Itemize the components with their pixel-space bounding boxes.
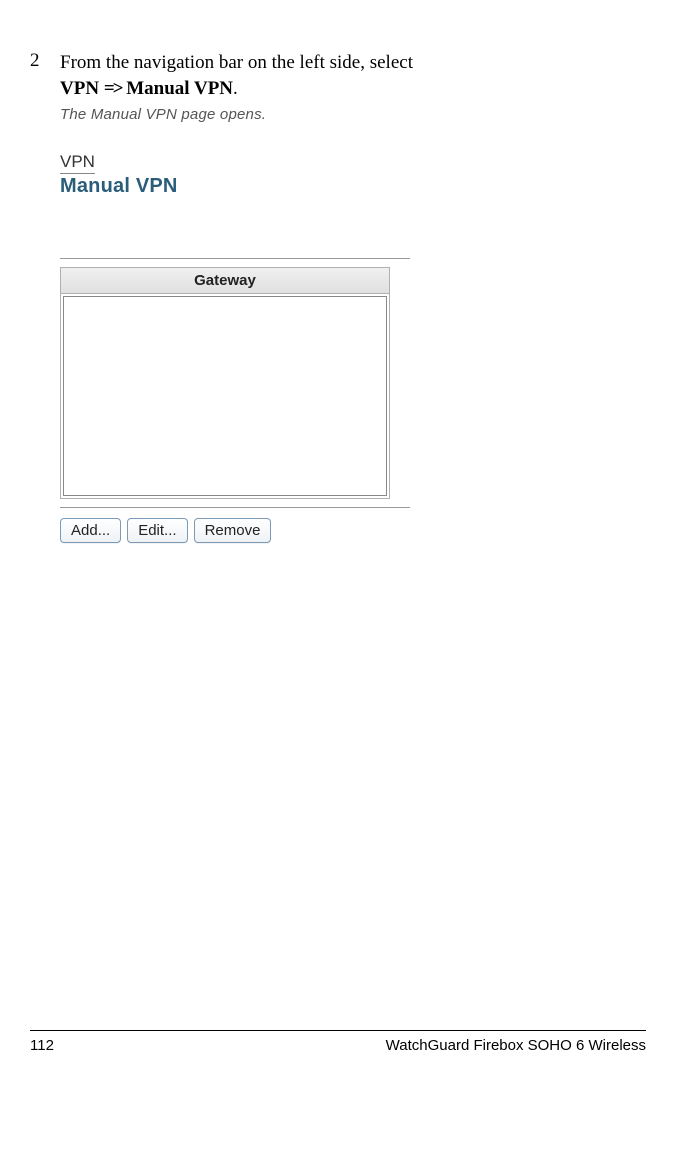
- nav-path-manual-vpn: Manual VPN: [126, 78, 233, 99]
- divider-top: [60, 258, 410, 259]
- footer-row: 112 WatchGuard Firebox SOHO 6 Wireless: [30, 1037, 646, 1054]
- breadcrumb: VPN Manual VPN: [60, 152, 410, 198]
- remove-button[interactable]: Remove: [194, 518, 272, 543]
- breadcrumb-parent: VPN: [60, 152, 95, 174]
- breadcrumb-current: Manual VPN: [60, 175, 410, 198]
- footer-title: WatchGuard Firebox SOHO 6 Wireless: [386, 1037, 646, 1054]
- manual-vpn-screenshot: VPN Manual VPN Gateway Add... Edit... Re…: [60, 152, 410, 543]
- divider-bottom: [60, 507, 410, 508]
- page-footer: 112 WatchGuard Firebox SOHO 6 Wireless: [0, 1030, 676, 1054]
- period: .: [233, 78, 238, 99]
- step-result-note: The Manual VPN page opens.: [60, 105, 646, 125]
- edit-button[interactable]: Edit...: [127, 518, 187, 543]
- gateway-table: Gateway: [60, 267, 390, 499]
- footer-rule: [30, 1030, 646, 1031]
- step-text-prefix: From the navigation bar on the left side…: [60, 52, 413, 73]
- gateway-column-header: Gateway: [61, 268, 389, 294]
- page-content: 2 From the navigation bar on the left si…: [0, 0, 676, 543]
- step-body: From the navigation bar on the left side…: [60, 50, 646, 150]
- arrow-icon: =>: [104, 78, 122, 99]
- instruction-step: 2 From the navigation bar on the left si…: [30, 50, 646, 150]
- nav-path-vpn: VPN: [60, 78, 99, 99]
- step-number: 2: [30, 50, 60, 72]
- gateway-body-wrap: [61, 294, 389, 498]
- page-number: 112: [30, 1037, 54, 1054]
- add-button[interactable]: Add...: [60, 518, 121, 543]
- button-row: Add... Edit... Remove: [60, 518, 410, 543]
- gateway-listbox[interactable]: [63, 296, 387, 496]
